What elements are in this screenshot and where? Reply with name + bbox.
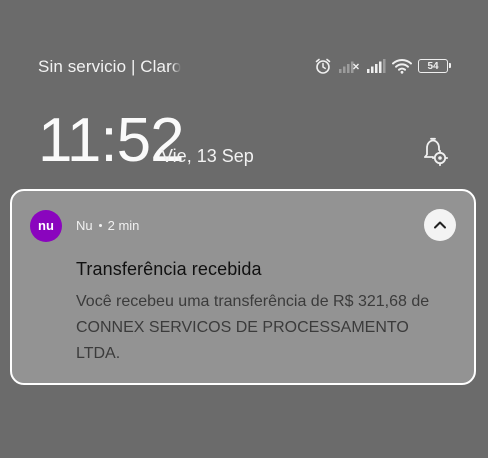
separator-dot [98,224,102,227]
signal-icon [366,58,386,74]
notification-title: Transferência recebida [76,259,262,279]
alarm-icon [314,57,332,75]
notification-meta: Nu 2 min [76,218,139,233]
signal-off-icon [338,58,360,74]
battery-level: 54 [427,60,439,72]
time-ago: 2 min [107,218,140,233]
carrier-label-faded: ro [166,57,182,76]
wifi-icon [392,58,412,74]
carrier-label: Sin servicio | Claro [38,57,182,76]
battery-icon: 54 [418,59,451,73]
status-icons: 54 [314,56,451,76]
chevron-up-icon [434,221,446,229]
notification-settings-icon[interactable] [416,134,450,168]
nubank-app-icon: nu [30,210,62,242]
svg-text:nu: nu [38,219,54,233]
app-name: Nu [76,218,93,233]
lockscreen-date: Vie, 13 Sep [161,146,254,166]
collapse-button[interactable] [424,209,456,241]
notification-card[interactable]: nu Nu 2 min Transferência recebida Você … [10,189,476,385]
status-bar: Sin servicio | Claro 54 [0,0,488,100]
nu-logo-icon: nu [38,219,54,233]
notification-body: Você recebeu uma transferência de R$ 321… [76,293,430,362]
